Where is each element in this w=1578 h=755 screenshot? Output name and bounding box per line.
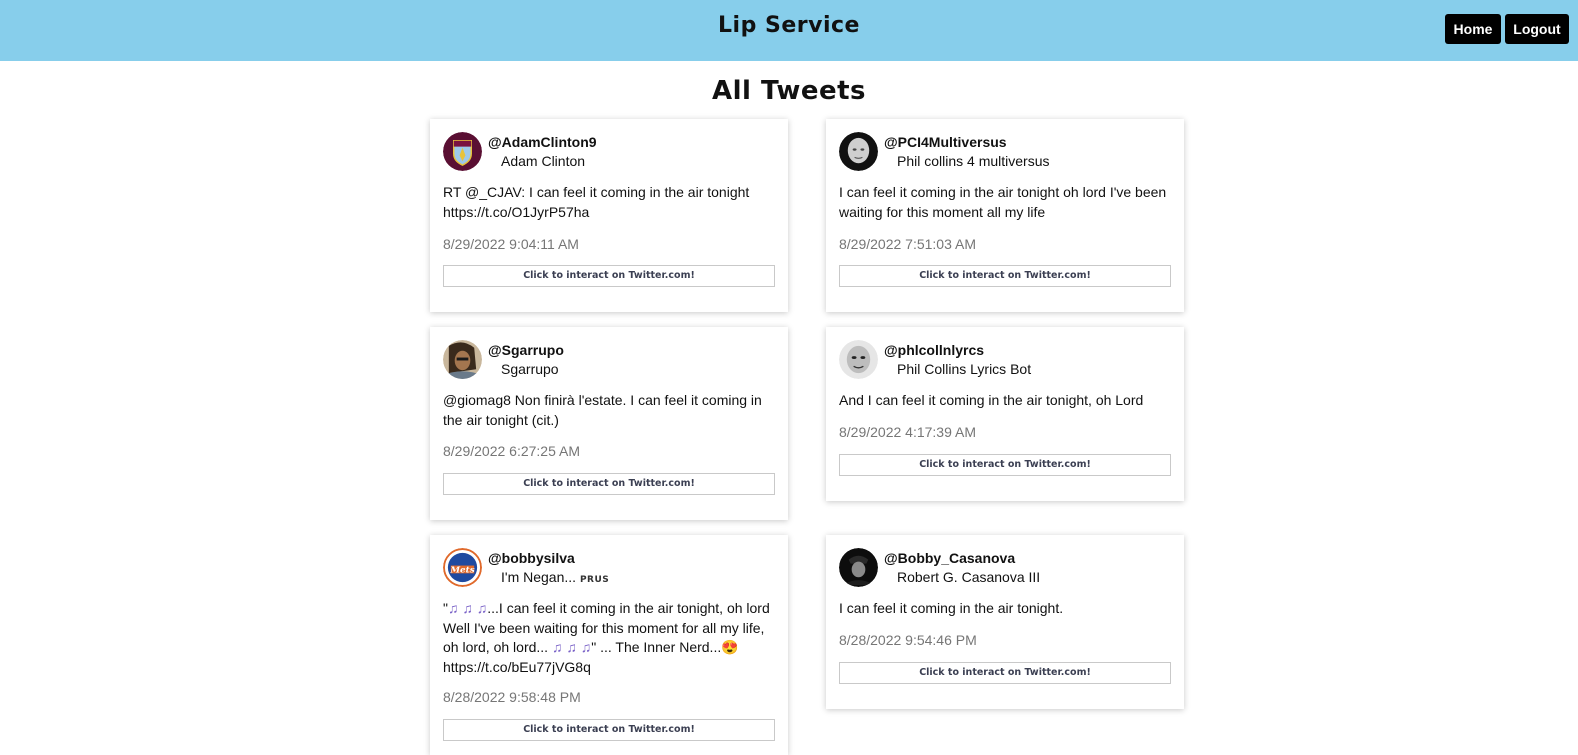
phil-collins-photo-icon: [839, 132, 878, 171]
tweet-display-name: I'm Negan... PRUS: [501, 569, 609, 585]
dark-portrait-photo-icon: [839, 548, 878, 587]
tweet-timestamp: 8/28/2022 9:58:48 PM: [443, 689, 581, 705]
interact-on-twitter-button[interactable]: Click to interact on Twitter.com!: [443, 265, 775, 287]
tweet-text: @giomag8 Non finirà l'estate. I can feel…: [443, 392, 762, 428]
tweet-handle: @PCI4Multiversus: [884, 134, 1007, 150]
tweet-card: @Sgarrupo Sgarrupo @giomag8 Non finirà l…: [430, 327, 788, 520]
tweet-handle: @bobbysilva: [488, 550, 575, 566]
tweet-text: I can feel it coming in the air tonight.: [839, 600, 1064, 616]
music-notes-icon: ♫ ♫ ♫: [551, 639, 592, 655]
tweet-display-name: Phil Collins Lyrics Bot: [897, 361, 1032, 377]
svg-text:Mets: Mets: [449, 565, 474, 575]
phil-collins-bw-photo-icon: [839, 340, 878, 379]
tweet-handle: @AdamClinton9: [488, 134, 597, 150]
aston-villa-crest-icon: [443, 132, 482, 171]
tweet-display-name: Robert G. Casanova III: [897, 569, 1041, 585]
interact-on-twitter-button[interactable]: Click to interact on Twitter.com!: [839, 662, 1171, 684]
home-button[interactable]: Home: [1445, 14, 1501, 44]
tweet-timestamp: 8/28/2022 9:54:46 PM: [839, 632, 977, 648]
tweet-text-tail: " ... The Inner Nerd...: [591, 639, 722, 655]
tweet-timestamp: 8/29/2022 7:51:03 AM: [839, 236, 976, 252]
person-photo-icon: [443, 340, 482, 379]
tweet-card: @AdamClinton9 Adam Clinton RT @_CJAV: I …: [430, 119, 788, 312]
tweet-handle: @Bobby_Casanova: [884, 550, 1016, 566]
interact-on-twitter-button[interactable]: Click to interact on Twitter.com!: [443, 473, 775, 495]
tweet-display-name: Sgarrupo: [501, 361, 559, 377]
tweet-display-name: Adam Clinton: [501, 153, 586, 169]
music-notes-icon: ♫ ♫ ♫: [447, 600, 488, 616]
display-name-text: I'm Negan...: [501, 569, 577, 585]
tweet-link: https://t.co/bEu77jVG8q: [443, 658, 591, 675]
heart-eyes-emoji-icon: 😍: [721, 639, 739, 655]
tweet-display-name: Phil collins 4 multiversus: [897, 153, 1050, 169]
tweet-handle: @Sgarrupo: [488, 342, 564, 358]
app-title: Lip Service: [718, 13, 860, 38]
tweet-timestamp: 8/29/2022 6:27:25 AM: [443, 443, 580, 459]
tweet-handle: @phlcollnlyrcs: [884, 342, 985, 358]
tweet-card: @PCI4Multiversus Phil collins 4 multiver…: [826, 119, 1184, 312]
tweet-card: @phlcollnlyrcs Phil Collins Lyrics Bot A…: [826, 327, 1184, 501]
tweet-text: RT @_CJAV: I can feel it coming in the a…: [443, 184, 750, 220]
tweet-text: I can feel it coming in the air tonight …: [839, 184, 1167, 220]
page-title: All Tweets: [711, 76, 867, 106]
tweet-timestamp: 8/29/2022 4:17:39 AM: [839, 424, 976, 440]
tweet-timestamp: 8/29/2022 9:04:11 AM: [443, 236, 579, 252]
interact-on-twitter-button[interactable]: Click to interact on Twitter.com!: [443, 719, 775, 741]
tweet-text: "♫ ♫ ♫...I can feel it coming in the air…: [443, 599, 777, 677]
tweet-card: Mets @bobbysilva I'm Negan... PRUS "♫ ♫ …: [430, 535, 788, 755]
top-nav-bar: Lip Service Home Logout: [0, 0, 1578, 61]
mets-logo-icon: Mets: [443, 548, 482, 587]
logout-button[interactable]: Logout: [1505, 14, 1569, 44]
tweet-text: And I can feel it coming in the air toni…: [839, 392, 1144, 408]
interact-on-twitter-button[interactable]: Click to interact on Twitter.com!: [839, 265, 1171, 287]
name-badge: PRUS: [579, 575, 610, 585]
tweet-card: @Bobby_Casanova Robert G. Casanova III I…: [826, 535, 1184, 709]
interact-on-twitter-button[interactable]: Click to interact on Twitter.com!: [839, 454, 1171, 476]
